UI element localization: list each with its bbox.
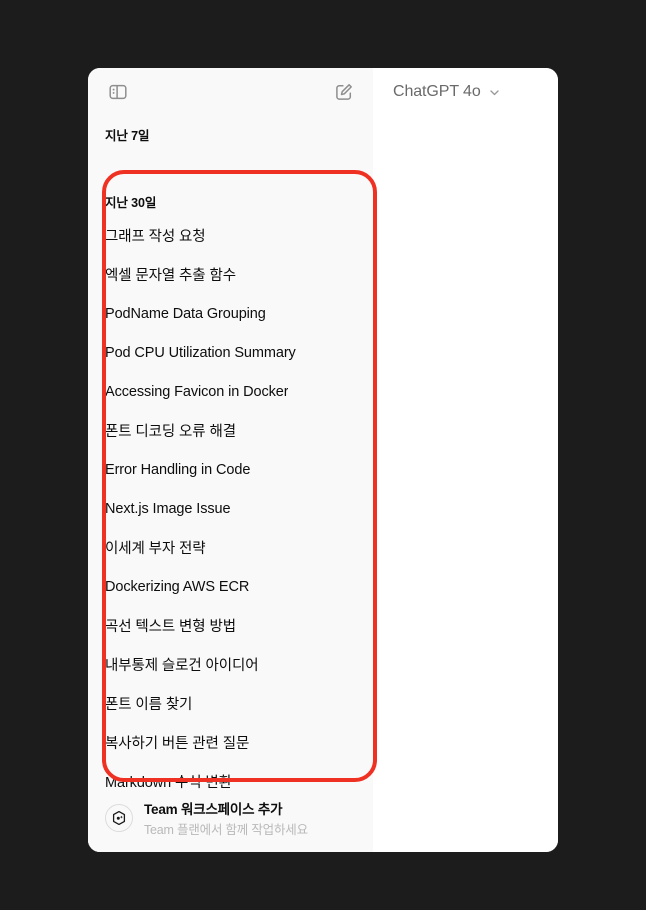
sidebar-toggle-icon[interactable]	[105, 79, 131, 105]
section-header-30-days: 지난 30일	[105, 196, 157, 210]
chat-group-recent-30-days: 지난 30일 그래프 작성 요청엑셀 문자열 추출 함수 PodName Data…	[100, 192, 361, 790]
chat-list: 그래프 작성 요청엑셀 문자열 추출 함수 PodName Data Groupi…	[100, 216, 361, 790]
model-selector[interactable]: ChatGPT 4o	[393, 83, 501, 101]
new-chat-pencil-icon[interactable]	[331, 79, 357, 105]
chat-list-item[interactable]: 내부통제 슬로건 아이디어	[100, 645, 361, 684]
chat-history-scroll-area[interactable]: 지난 7일 지난 30일 그래프 작성 요청엑셀 문자열 추출 함수 PodNam…	[88, 116, 373, 790]
chat-list-item[interactable]: 폰트 이름 찾기	[100, 684, 361, 723]
section-header-7-days: 지난 7일	[105, 129, 150, 143]
sidebar: 지난 7일 지난 30일 그래프 작성 요청엑셀 문자열 추출 함수 PodNam…	[88, 68, 373, 852]
model-name-label: ChatGPT 4o	[393, 83, 481, 100]
main-conversation-pane: ChatGPT 4o	[373, 68, 558, 852]
chat-list-item-label: Next.js Image Issue	[105, 500, 231, 517]
chat-list-item-label: 폰트 디코딩 오류 해결	[105, 424, 236, 440]
chat-list-item[interactable]: 엑셀 문자열 추출 함수	[100, 255, 361, 294]
workspace-hexagon-icon	[105, 804, 133, 832]
chat-list-item-label: 폰트 이름 찾기	[105, 697, 193, 713]
chat-list-item-label: 복사하기 버튼 관련 질문	[105, 736, 250, 752]
chat-list-item[interactable]: Dockerizing AWS ECR	[100, 567, 361, 606]
chat-list-item[interactable]: Error Handling in Code	[100, 450, 361, 489]
chat-list-item[interactable]: Next.js Image Issue	[100, 489, 361, 528]
chevron-down-icon	[488, 86, 501, 99]
chat-list-item[interactable]: Accessing Favicon in Docker	[100, 372, 361, 411]
chatgpt-app-window: 지난 7일 지난 30일 그래프 작성 요청엑셀 문자열 추출 함수 PodNam…	[88, 68, 558, 852]
chat-list-item[interactable]: PodName Data Grouping	[100, 294, 361, 333]
chat-group-recent-7-days: 지난 7일	[100, 125, 361, 144]
team-workspace-upsell[interactable]: Team 워크스페이스 추가 Team 플랜에서 함께 작업하세요	[88, 790, 373, 852]
chat-list-item-label: Dockerizing AWS ECR	[105, 578, 250, 595]
chat-list-item[interactable]: Pod CPU Utilization Summary	[100, 333, 361, 372]
chat-list-item-label: Pod CPU Utilization Summary	[105, 344, 296, 361]
chat-list-item[interactable]: 곡선 텍스트 변형 방법	[100, 606, 361, 645]
workspace-text-block: Team 워크스페이스 추가 Team 플랜에서 함께 작업하세요	[144, 798, 308, 838]
chat-list-item-label: 그래프 작성 요청	[105, 229, 206, 245]
chat-list-item-label: Markdown 수식 변환	[105, 775, 232, 790]
main-topbar: ChatGPT 4o	[373, 68, 558, 116]
chat-list-item[interactable]: 그래프 작성 요청	[100, 216, 361, 255]
chat-list-item-label: 내부통제 슬로건 아이디어	[105, 658, 259, 674]
sidebar-topbar	[88, 68, 373, 116]
workspace-subtitle: Team 플랜에서 함께 작업하세요	[144, 823, 308, 837]
chat-list-item-label: 엑셀 문자열 추출 함수	[105, 268, 236, 284]
chat-list-item-label: Accessing Favicon in Docker	[105, 383, 289, 400]
chat-list-item-label: 이세계 부자 전략	[105, 541, 206, 557]
chat-list-item-label: 곡선 텍스트 변형 방법	[105, 619, 236, 635]
chat-list-item-label: Error Handling in Code	[105, 461, 251, 478]
workspace-title: Team 워크스페이스 추가	[144, 802, 283, 817]
chat-list-item-label: PodName Data Grouping	[105, 305, 266, 322]
chat-list-item[interactable]: 이세계 부자 전략	[100, 528, 361, 567]
chat-list-item[interactable]: 폰트 디코딩 오류 해결	[100, 411, 361, 450]
chat-list-item[interactable]: Markdown 수식 변환	[100, 762, 361, 790]
chat-list-item[interactable]: 복사하기 버튼 관련 질문	[100, 723, 361, 762]
